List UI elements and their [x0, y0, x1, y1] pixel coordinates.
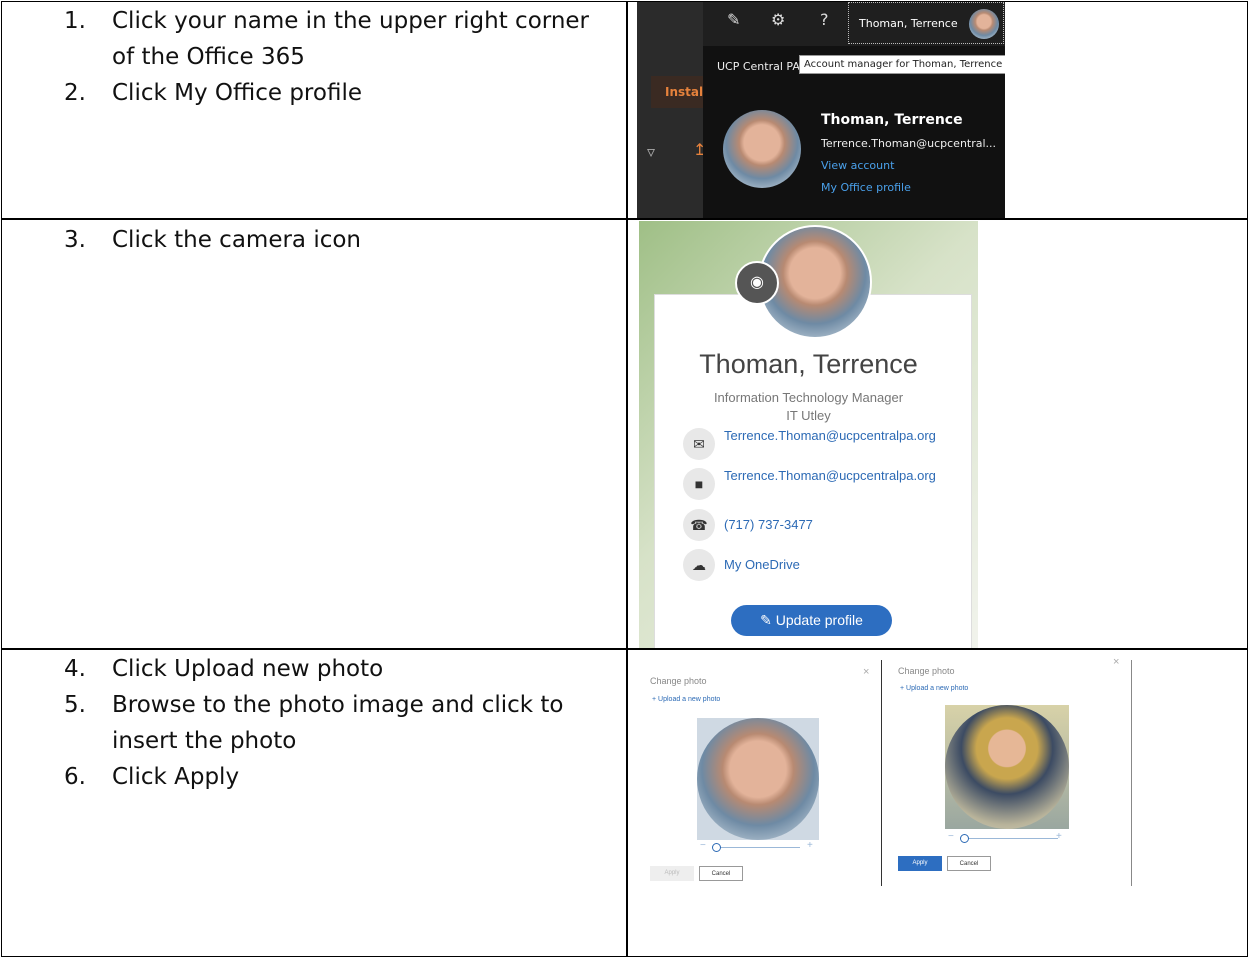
zoom-slider[interactable] [712, 847, 800, 848]
cloud-icon: ☁ [683, 549, 715, 581]
email-link[interactable]: Terrence.Thoman@ucpcentralpa.org [724, 426, 944, 446]
close-icon[interactable]: × [863, 666, 869, 678]
gear-icon[interactable]: ⚙ [771, 10, 785, 29]
upload-photo-link[interactable]: + Upload a new photo [900, 685, 968, 692]
left-pane [637, 2, 703, 218]
update-profile-button[interactable]: ✎ Update profile [731, 605, 892, 636]
account-menu-screenshot: Install ▿ ↥ ✎ ⚙ ? Thoman, Terrence UCP C… [637, 2, 1005, 218]
zoom-in-icon[interactable]: + [807, 840, 813, 851]
account-name-button[interactable]: Thoman, Terrence [848, 2, 1004, 44]
my-office-profile-link[interactable]: My Office profile [821, 181, 911, 194]
row-divider-2 [2, 648, 1247, 650]
install-button[interactable]: Install [651, 76, 707, 108]
avatar-large [723, 110, 801, 188]
profile-card-screenshot: ◉ Thoman, Terrence Information Technolog… [639, 221, 978, 648]
upload-photo-link[interactable]: + Upload a new photo [652, 696, 720, 703]
phone-icon: ☎ [683, 509, 715, 541]
step-2: 2. Click My Office profile [64, 80, 362, 106]
chat-icon: ■ [683, 468, 715, 500]
photo-preview [945, 705, 1069, 829]
account-tooltip: Account manager for Thoman, Terrence [799, 55, 1005, 74]
cancel-button[interactable]: Cancel [947, 856, 991, 871]
chat-link[interactable]: Terrence.Thoman@ucpcentralpa.org [724, 466, 944, 486]
mail-icon: ✉ [683, 428, 715, 460]
change-photo-dialog-right: Change photo × + Upload a new photo − + … [886, 656, 1130, 880]
profile-name: Thoman, Terrence [699, 349, 918, 379]
zoom-in-icon[interactable]: + [1056, 831, 1062, 842]
steps-row-1: 1. Click your name in the upper right cor… [30, 3, 610, 111]
panel-edge [1131, 660, 1132, 886]
apply-button[interactable]: Apply [898, 856, 942, 871]
profile-name: Thoman, Terrence [821, 112, 963, 128]
step-6: 6. Click Apply [64, 764, 240, 790]
dialog-title: Change photo [898, 666, 955, 676]
avatar-small [969, 9, 999, 39]
feedback-icon[interactable]: ✎ [727, 10, 740, 29]
profile-email: Terrence.Thoman@ucpcentral... [821, 137, 997, 150]
step-3: 3. Click the camera icon [64, 227, 362, 253]
step-4: 4. Click Upload new photo [64, 656, 384, 682]
photo-preview [697, 718, 819, 840]
org-name: UCP Central PA [717, 60, 800, 73]
steps-row-3: 4. Click Upload new photo 5. Browse to the… [30, 651, 610, 795]
cancel-button[interactable]: Cancel [699, 866, 743, 881]
pencil-icon: ✎ [760, 612, 772, 628]
department: IT Utley [786, 408, 831, 423]
help-icon[interactable]: ? [820, 10, 829, 29]
zoom-knob[interactable] [712, 843, 721, 852]
column-divider [626, 2, 628, 956]
step-5: 5. Browse to the photo image and click to… [64, 692, 564, 754]
zoom-slider[interactable] [960, 838, 1058, 839]
steps-row-2: 3. Click the camera icon [30, 222, 610, 258]
phone-link[interactable]: (717) 737-3477 [724, 515, 944, 535]
filter-icon[interactable]: ▿ [647, 142, 655, 161]
view-account-link[interactable]: View account [821, 159, 894, 172]
zoom-out-icon[interactable]: − [700, 840, 706, 851]
dialog-title: Change photo [650, 676, 707, 686]
panel-divider [881, 660, 882, 886]
zoom-out-icon[interactable]: − [948, 831, 954, 842]
onedrive-link[interactable]: My OneDrive [724, 555, 944, 575]
row-divider-1 [2, 218, 1247, 220]
camera-icon[interactable]: ◉ [735, 261, 779, 305]
step-1: 1. Click your name in the upper right cor… [64, 8, 590, 70]
account-name-label: Thoman, Terrence [859, 17, 958, 30]
apply-button[interactable]: Apply [650, 866, 694, 881]
change-photo-dialog-left: Change photo × + Upload a new photo − + … [644, 662, 878, 886]
job-title: Information Technology Manager [713, 390, 904, 405]
close-icon[interactable]: × [1113, 656, 1119, 668]
zoom-knob[interactable] [960, 834, 969, 843]
